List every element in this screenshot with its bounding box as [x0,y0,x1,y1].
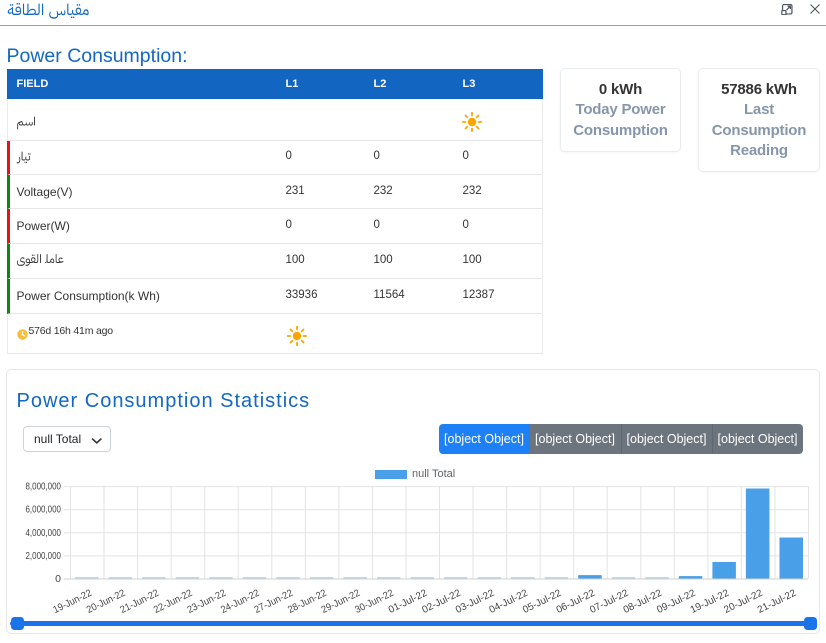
svg-text:2,000,000: 2,000,000 [26,550,62,562]
svg-text:6,000,000: 6,000,000 [26,504,62,516]
svg-text:0: 0 [55,573,61,585]
svg-text:4,000,000: 4,000,000 [26,527,62,539]
svg-text:8,000,000: 8,000,000 [26,481,62,493]
svg-text:21-Jul-22: 21-Jul-22 [756,588,799,616]
